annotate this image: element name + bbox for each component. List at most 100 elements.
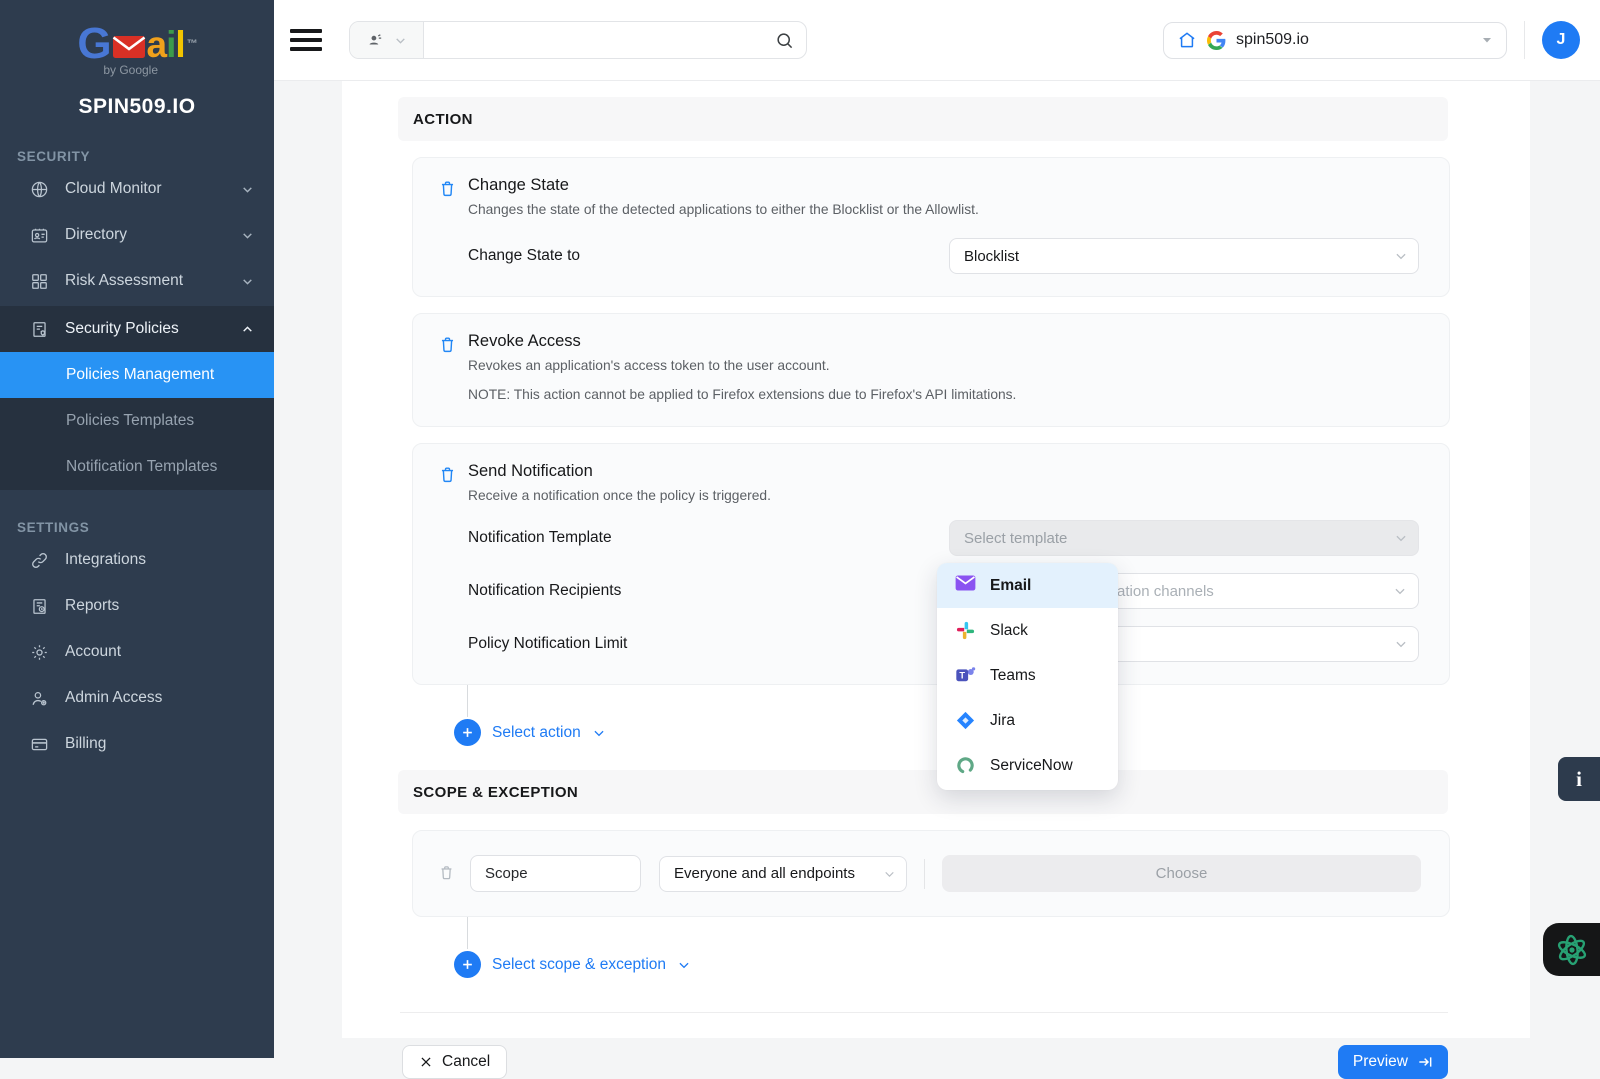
sidebar-subitem-label: Policies Templates xyxy=(66,412,194,430)
change-state-card: Change State Changes the state of the de… xyxy=(412,157,1450,297)
user-avatar[interactable]: J xyxy=(1542,21,1580,59)
sidebar: Gail™ by Google SPIN509.IO SECURITY Clou… xyxy=(0,0,274,1058)
sidebar-item-risk-assessment[interactable]: Risk Assessment xyxy=(0,258,274,304)
topbar-divider xyxy=(1524,21,1525,59)
choose-placeholder: Choose xyxy=(1156,865,1208,882)
action-connector-line xyxy=(467,685,468,717)
chevron-down-icon xyxy=(592,726,606,740)
channel-option-jira[interactable]: Jira xyxy=(937,698,1118,743)
select-scope-exception-button[interactable]: Select scope & exception xyxy=(454,951,1530,978)
sidebar-item-label: Integrations xyxy=(65,551,146,569)
preview-button[interactable]: Preview xyxy=(1338,1045,1448,1079)
avatar-initial: J xyxy=(1557,31,1566,49)
close-icon xyxy=(419,1055,433,1069)
sidebar-item-directory[interactable]: Directory xyxy=(0,212,274,258)
scope-section-header: SCOPE & EXCEPTION xyxy=(398,770,1448,814)
notification-recipients-label: Notification Recipients xyxy=(468,582,949,600)
info-widget-button[interactable]: i xyxy=(1558,757,1600,801)
channel-option-label: Slack xyxy=(990,622,1028,640)
sidebar-item-policies-templates[interactable]: Policies Templates xyxy=(0,398,274,444)
gmail-logo-letter-a: a xyxy=(147,26,167,63)
plus-icon xyxy=(454,951,481,978)
policy-editor-panel: ACTION Change State Changes the state of… xyxy=(342,81,1530,1038)
sidebar-item-policies-management[interactable]: Policies Management xyxy=(0,352,274,398)
card-description: Changes the state of the detected applic… xyxy=(468,202,979,217)
sidebar-item-reports[interactable]: Reports xyxy=(0,583,274,629)
link-icon xyxy=(30,551,49,570)
gmail-logo-letter-l: l xyxy=(175,26,184,63)
sidebar-item-admin-access[interactable]: Admin Access xyxy=(0,675,274,721)
channel-option-servicenow[interactable]: ServiceNow xyxy=(937,743,1118,788)
sidebar-item-integrations[interactable]: Integrations xyxy=(0,537,274,583)
change-state-to-label: Change State to xyxy=(468,247,949,265)
chevron-down-icon xyxy=(1481,34,1493,46)
security-policies-group: Security Policies Policies Management Po… xyxy=(0,306,274,490)
delete-action-icon[interactable] xyxy=(438,465,457,486)
scope-connector-line xyxy=(467,917,468,949)
change-state-value: Blocklist xyxy=(964,248,1019,265)
sidebar-item-billing[interactable]: Billing xyxy=(0,721,274,767)
panel-footer: Cancel Preview xyxy=(402,1045,1448,1079)
domain-selector[interactable]: spin509.io xyxy=(1163,22,1507,59)
topbar: spin509.io J xyxy=(274,0,1600,81)
scope-type-value: Scope xyxy=(485,865,528,882)
sidebar-subitem-label: Policies Management xyxy=(66,366,214,384)
scope-section-title: SCOPE & EXCEPTION xyxy=(413,784,578,801)
card-description: Revokes an application's access token to… xyxy=(468,358,830,373)
send-notification-card: Send Notification Receive a notification… xyxy=(412,443,1450,685)
sidebar-item-cloud-monitor[interactable]: Cloud Monitor xyxy=(0,166,274,212)
chevron-down-icon xyxy=(241,275,254,288)
sidebar-item-account[interactable]: Account xyxy=(0,629,274,675)
apps-user-icon xyxy=(366,31,385,50)
plus-icon xyxy=(454,719,481,746)
preview-label: Preview xyxy=(1353,1053,1408,1071)
chevron-down-icon xyxy=(677,958,691,972)
channel-option-email[interactable]: Email xyxy=(937,563,1118,608)
search-bar xyxy=(349,21,807,59)
gmail-logo: Gail™ by Google xyxy=(0,0,274,79)
channel-option-slack[interactable]: Slack xyxy=(937,608,1118,653)
home-icon xyxy=(1177,30,1197,50)
credit-card-icon xyxy=(30,735,49,754)
sidebar-item-notification-templates[interactable]: Notification Templates xyxy=(0,444,274,490)
search-category-selector[interactable] xyxy=(350,22,424,58)
sidebar-item-label: Account xyxy=(65,643,121,661)
chevron-down-icon xyxy=(394,34,407,47)
cancel-button[interactable]: Cancel xyxy=(402,1045,507,1079)
email-icon xyxy=(955,575,976,596)
scope-choose-field[interactable]: Choose xyxy=(942,855,1421,892)
sidebar-item-label: Cloud Monitor xyxy=(65,180,162,198)
scope-target-select[interactable]: Everyone and all endpoints xyxy=(659,856,907,892)
search-icon[interactable] xyxy=(775,22,806,58)
delete-action-icon[interactable] xyxy=(438,179,457,200)
slack-icon xyxy=(955,620,976,641)
section-label-settings: SETTINGS xyxy=(17,520,274,535)
search-input[interactable] xyxy=(424,22,775,58)
gear-icon xyxy=(30,643,49,662)
atom-widget-button[interactable] xyxy=(1543,923,1600,976)
gmail-logo-letter-i: i xyxy=(166,26,175,63)
gmail-logo-tm: ™ xyxy=(187,39,197,50)
chevron-up-icon xyxy=(241,323,254,336)
delete-action-icon[interactable] xyxy=(438,335,457,356)
sidebar-subitem-label: Notification Templates xyxy=(66,458,217,476)
change-state-to-select[interactable]: Blocklist xyxy=(949,238,1419,274)
action-section-header: ACTION xyxy=(398,97,1448,141)
action-section-title: ACTION xyxy=(413,111,473,128)
chevron-down-icon xyxy=(1394,249,1408,263)
select-action-label: Select action xyxy=(492,724,581,742)
hamburger-menu-button[interactable] xyxy=(290,24,322,57)
channel-option-teams[interactable]: T Teams xyxy=(937,653,1118,698)
scope-divider xyxy=(924,859,925,889)
svg-text:T: T xyxy=(959,670,965,680)
notification-template-select[interactable]: Select template xyxy=(949,520,1419,556)
chevron-down-icon xyxy=(1394,637,1408,651)
domain-label: spin509.io xyxy=(1236,31,1309,49)
scope-type-field[interactable]: Scope xyxy=(470,855,641,892)
sidebar-item-security-policies[interactable]: Security Policies xyxy=(0,306,274,352)
grid-icon xyxy=(30,272,49,291)
delete-scope-icon[interactable] xyxy=(438,864,455,883)
revoke-access-note: NOTE: This action cannot be applied to F… xyxy=(468,387,1419,402)
gmail-envelope-icon xyxy=(112,35,146,59)
sidebar-item-label: Security Policies xyxy=(65,320,179,338)
